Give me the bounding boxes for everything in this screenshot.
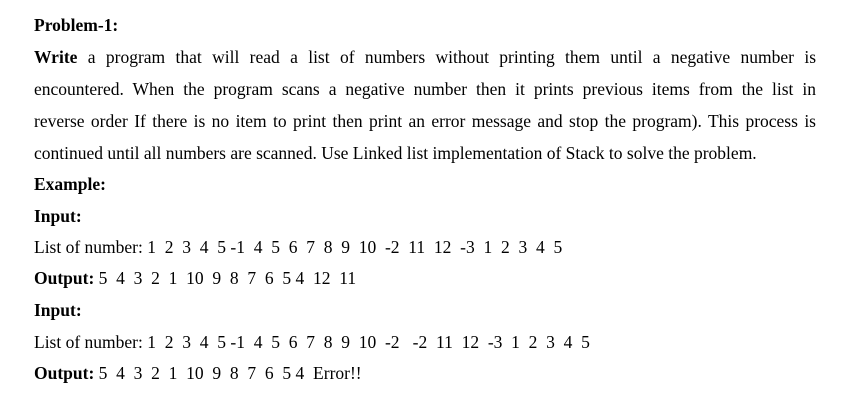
example-1-output-label: Output: <box>34 268 95 288</box>
example-1-input-label: Input: <box>34 206 82 226</box>
example-2-output-value: 5 4 3 2 1 10 9 8 7 6 5 4 Error!! <box>94 363 362 383</box>
paragraph-line-1-text: a program that will read a list of numbe… <box>87 47 816 67</box>
paragraph-line-3: reverse order If there is no item to pri… <box>34 111 816 131</box>
example-2-output: Output: 5 4 3 2 1 10 9 8 7 6 5 4 Error!! <box>34 362 362 384</box>
paragraph-line-2: encountered. When the program scans a ne… <box>34 79 816 99</box>
paragraph-lead-word: Write <box>34 47 78 67</box>
paragraph-line-1: Write a program that will read a list of… <box>34 46 816 68</box>
example-1-output-value: 5 4 3 2 1 10 9 8 7 6 5 4 12 11 <box>94 268 357 288</box>
example-1-output: Output: 5 4 3 2 1 10 9 8 7 6 5 4 12 11 <box>34 267 356 289</box>
paragraph-line-4: continued until all numbers are scanned.… <box>34 143 757 163</box>
problem-heading: Problem-1: <box>34 15 119 35</box>
example-2-output-label: Output: <box>34 363 95 383</box>
example-heading: Example: <box>34 174 106 194</box>
example-2-input-label: Input: <box>34 300 82 320</box>
example-1-list: List of number: 1 2 3 4 5 -1 4 5 6 7 8 9… <box>34 237 563 257</box>
example-2-list: List of number: 1 2 3 4 5 -1 4 5 6 7 8 9… <box>34 332 590 352</box>
